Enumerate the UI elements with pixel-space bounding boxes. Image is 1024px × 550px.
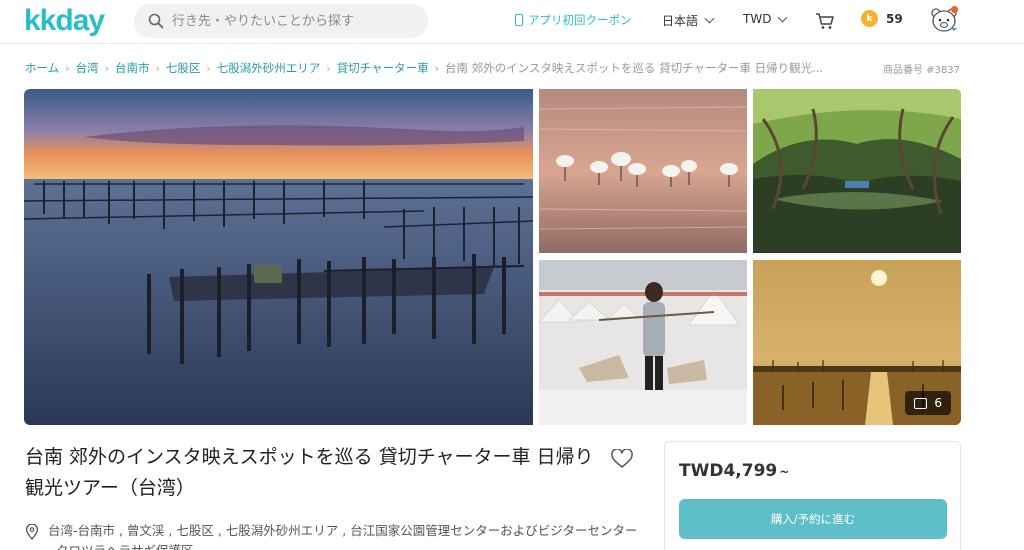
- book-now-button[interactable]: 購入/予約に進む: [679, 499, 947, 539]
- chevron-right-icon: ›: [104, 61, 109, 75]
- gallery-main-photo[interactable]: [24, 89, 533, 425]
- chevron-right-icon: ›: [206, 61, 211, 75]
- breadcrumb: ホーム › 台湾 › 台南市 › 七股区 › 七股潟外砂州エリア › 貸切チャー…: [25, 60, 823, 76]
- user-avatar[interactable]: [930, 6, 958, 34]
- photo-gallery: 6: [24, 89, 961, 425]
- product-title: 台南 郊外のインスタ映えスポットを巡る 貸切チャーター車 日帰り観光ツアー（台湾…: [25, 446, 594, 499]
- price-suffix: ~: [779, 465, 790, 479]
- chevron-right-icon: ›: [65, 61, 70, 75]
- spoonbills-image: [539, 89, 747, 253]
- search-input[interactable]: [172, 13, 412, 29]
- price: TWD4,799 ~: [679, 461, 789, 481]
- image-icon: [914, 397, 928, 409]
- app-coupon-link[interactable]: アプリ初回クーポン: [515, 12, 632, 28]
- points-value: 59: [886, 11, 903, 26]
- app-coupon-label: アプリ初回クーポン: [528, 13, 632, 27]
- breadcrumb-item[interactable]: ホーム: [25, 60, 59, 76]
- notification-dot: [951, 6, 958, 13]
- breadcrumb-item[interactable]: 七股区: [166, 60, 201, 76]
- gallery-photo[interactable]: 6: [753, 260, 961, 425]
- logo-text: kkday: [24, 4, 105, 37]
- cart-icon[interactable]: [815, 12, 835, 30]
- booking-card: TWD4,799 ~ 購入/予約に進む: [664, 441, 961, 550]
- breadcrumb-item[interactable]: 貸切チャーター車: [337, 60, 429, 76]
- breadcrumb-item[interactable]: 七股潟外砂州エリア: [217, 60, 321, 76]
- breadcrumb-item[interactable]: 台南市: [115, 60, 150, 76]
- gallery-photo[interactable]: [753, 89, 961, 253]
- chevron-right-icon: ›: [155, 61, 160, 75]
- photo-count: 6: [934, 396, 942, 410]
- heart-icon[interactable]: [611, 449, 633, 469]
- site-header: kkday アプリ初回クーポン 日本語 TWD k 59: [0, 0, 1024, 44]
- chevron-right-icon: ›: [434, 61, 439, 75]
- gallery-photo[interactable]: [539, 260, 747, 425]
- location-info: 台湾-台南市 , 曾文渓 , 七股区 , 七股潟外砂州エリア , 台江国家公園管…: [25, 521, 645, 550]
- coin-icon: k: [861, 10, 878, 27]
- salt-field-image: [539, 260, 747, 425]
- photo-count-badge[interactable]: 6: [905, 391, 951, 415]
- kkday-points[interactable]: k 59: [861, 10, 903, 27]
- green-tunnel-image: [753, 89, 961, 253]
- currency-label: TWD: [743, 12, 772, 26]
- search-icon: [148, 13, 164, 29]
- chevron-right-icon: ›: [326, 61, 331, 75]
- chevron-down-icon: [704, 13, 715, 24]
- location-text: 台湾-台南市 , 曾文渓 , 七股区 , 七股潟外砂州エリア , 台江国家公園管…: [48, 523, 638, 550]
- oyster-farm-sunset-image: [24, 89, 533, 425]
- breadcrumb-current: 台南 郊外のインスタ映えスポットを巡る 貸切チャーター車 日帰り観光...: [444, 61, 824, 75]
- language-label: 日本語: [662, 14, 699, 28]
- product-number: 商品番号 #3837: [882, 65, 960, 76]
- kkday-logo[interactable]: kkday: [24, 4, 105, 38]
- location-pin-icon: [25, 524, 39, 540]
- currency-selector[interactable]: TWD: [743, 12, 788, 26]
- price-value: TWD4,799: [679, 461, 778, 481]
- gallery-photo[interactable]: [539, 89, 747, 253]
- search-bar[interactable]: [134, 4, 428, 38]
- phone-icon: [515, 14, 523, 26]
- chevron-down-icon: [777, 12, 788, 22]
- language-selector[interactable]: 日本語: [662, 12, 715, 29]
- breadcrumb-item[interactable]: 台湾: [76, 60, 99, 76]
